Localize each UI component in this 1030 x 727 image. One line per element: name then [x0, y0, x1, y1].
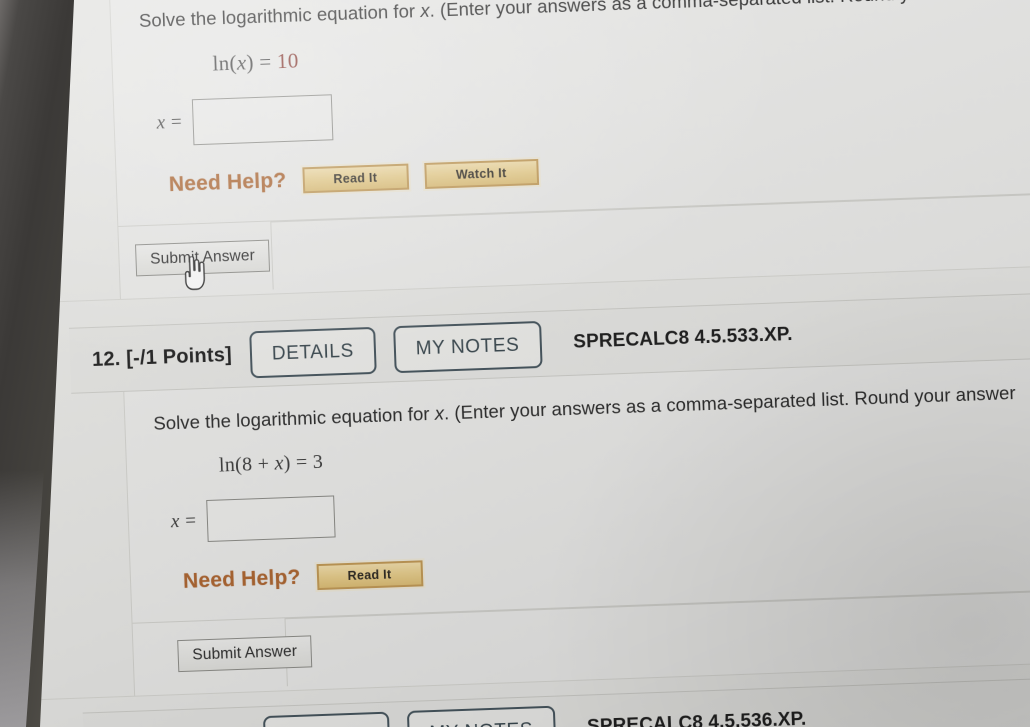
screen-content: 11. [-/1 Points] DETAILS MY NOTES Solve …	[0, 0, 1030, 727]
answer-row-11: x =	[156, 68, 1030, 146]
equation-operator-12: ) =	[283, 451, 314, 475]
equation-lhs-11: ln(	[212, 50, 238, 76]
question-block-11: 11. [-/1 Points] DETAILS MY NOTES Solve …	[56, 0, 1030, 301]
my-notes-button-13[interactable]: MY NOTES	[406, 705, 556, 727]
question-body-11: Solve the logarithmic equation for x. (E…	[108, 0, 1030, 299]
submit-answer-button-12[interactable]: Submit Answer	[177, 635, 313, 673]
prompt-text-prefix-11: Solve the logarithmic equation for	[138, 0, 421, 32]
question-body-12: Solve the logarithmic equation for x. (E…	[123, 358, 1030, 696]
equation-value-12: 3	[312, 450, 324, 474]
details-button-12[interactable]: DETAILS	[249, 326, 377, 378]
read-it-button-11[interactable]: Read It	[301, 163, 409, 194]
submit-answer-button-11[interactable]: Submit Answer	[134, 239, 271, 277]
my-notes-button-12[interactable]: MY NOTES	[392, 320, 543, 373]
question-block-12: 12. [-/1 Points] DETAILS MY NOTES SPRECA…	[68, 292, 1030, 698]
answer-row-12: x =	[170, 469, 1030, 543]
equation-operator-11: ) =	[245, 49, 278, 75]
question-number-12: 12. [-/1 Points]	[91, 343, 233, 371]
need-help-label-11: Need Help?	[168, 168, 287, 197]
prompt-text-prefix-12: Solve the logarithmic equation for	[153, 402, 436, 434]
answer-input-12[interactable]	[206, 495, 336, 542]
equation-11: ln(x) = 10	[212, 21, 1030, 76]
question-code-12: SPRECALC8 4.5.533.XP.	[572, 323, 793, 353]
question-prompt-12: Solve the logarithmic equation for x. (E…	[153, 380, 1030, 435]
prompt-text-suffix-12: . (Enter your answers as a comma-separat…	[443, 382, 1016, 424]
prompt-text-suffix-11: . (Enter your answers as a comma-separat…	[429, 0, 996, 21]
equation-lhs-12: ln(8 +	[218, 452, 275, 477]
answer-label-11: x =	[156, 111, 184, 134]
equation-12: ln(8 + x) = 3	[219, 424, 1030, 478]
watch-it-button-11[interactable]: Watch It	[423, 158, 539, 190]
details-button-13[interactable]: DETAILS	[262, 711, 391, 727]
question-code-13: SPRECALC8 4.5.536.XP.	[586, 708, 807, 727]
need-help-row-11: Need Help? Read It Watch It	[168, 140, 1030, 198]
answer-input-11[interactable]	[191, 94, 334, 146]
read-it-button-12[interactable]: Read It	[316, 560, 423, 591]
screen-photo: 11. [-/1 Points] DETAILS MY NOTES Solve …	[0, 0, 1030, 727]
need-help-row-12: Need Help? Read It	[183, 537, 1030, 595]
answer-label-12: x =	[170, 510, 198, 533]
need-help-label-12: Need Help?	[182, 565, 301, 593]
equation-value-11: 10	[276, 48, 299, 74]
